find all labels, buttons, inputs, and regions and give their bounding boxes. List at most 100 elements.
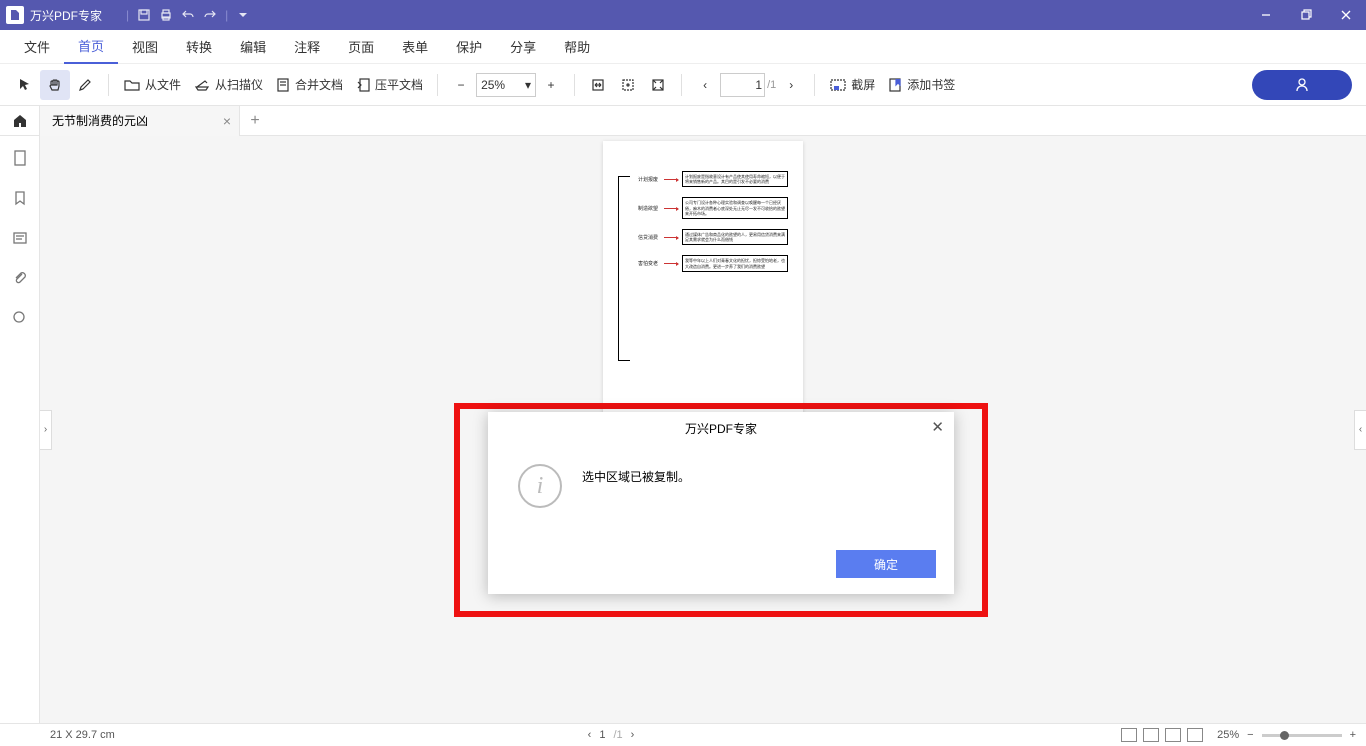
status-page-total: /1 [613, 729, 622, 741]
work-area: › ‹ 计划报废计划报废是指故意设计有产品使其使用寿命缩短，以便于将来销售新的产… [0, 136, 1366, 723]
camera-icon [829, 77, 847, 93]
actual-size-button[interactable] [643, 70, 673, 100]
expand-right-panel[interactable]: ‹ [1354, 410, 1366, 450]
fit-width-button[interactable] [583, 70, 613, 100]
menu-share[interactable]: 分享 [496, 30, 550, 64]
doc-row: 害怕变老我等中年以上人们对青春文化的担忧，担惊受怕地老，也大改造自消费。更进一步… [638, 255, 788, 271]
view-facing-continuous-icon[interactable] [1187, 728, 1203, 742]
menu-protect[interactable]: 保护 [442, 30, 496, 64]
document-tab[interactable]: 无节制消费的元凶 × [40, 106, 240, 136]
document-page: 计划报废计划报废是指故意设计有产品使其使用寿命缩短，以便于将来销售新的产品。其目… [603, 141, 803, 421]
combine-label: 合并文档 [295, 76, 343, 93]
home-tab[interactable] [0, 106, 40, 136]
edit-tool[interactable] [70, 70, 100, 100]
menu-bar: 文件 首页 视图 转换 编辑 注释 页面 表单 保护 分享 帮助 [0, 30, 1366, 64]
prev-page-button[interactable]: ‹ [690, 70, 720, 100]
search-panel-icon[interactable] [10, 308, 30, 328]
hand-tool[interactable] [40, 70, 70, 100]
tab-close-icon[interactable]: × [223, 113, 231, 129]
info-icon: i [518, 464, 562, 508]
title-bar: 万兴PDF专家 | | [0, 0, 1366, 30]
toolbar: 从文件 从扫描仪 合并文档 压平文档 − 25% ▾ + ‹ 1 /1 › 截屏… [0, 64, 1366, 106]
scanner-icon [193, 77, 211, 93]
canvas[interactable]: › ‹ 计划报废计划报废是指故意设计有产品使其使用寿命缩短，以便于将来销售新的产… [40, 136, 1366, 723]
bookmark-label: 添加书签 [907, 76, 955, 93]
new-tab-button[interactable]: + [240, 112, 270, 130]
menu-page[interactable]: 页面 [334, 30, 388, 64]
quick-access-dropdown-icon[interactable] [232, 4, 254, 26]
view-facing-icon[interactable] [1165, 728, 1181, 742]
view-mode-group [1121, 728, 1203, 742]
dialog-title: 万兴PDF专家 [685, 420, 757, 437]
maximize-button[interactable] [1286, 0, 1326, 30]
dialog-close-icon[interactable]: ✕ [931, 418, 944, 436]
compress-icon [355, 77, 371, 93]
menu-home[interactable]: 首页 [64, 30, 118, 64]
menu-file[interactable]: 文件 [10, 30, 64, 64]
from-scanner-button[interactable]: 从扫描仪 [187, 70, 269, 100]
status-page-current: 1 [599, 729, 605, 741]
status-zoom-value: 25% [1217, 729, 1239, 741]
view-single-icon[interactable] [1121, 728, 1137, 742]
side-panel [0, 136, 40, 723]
from-file-button[interactable]: 从文件 [117, 70, 187, 100]
folder-icon [123, 77, 141, 93]
menu-help[interactable]: 帮助 [550, 30, 604, 64]
menu-form[interactable]: 表单 [388, 30, 442, 64]
screenshot-label: 截屏 [851, 76, 875, 93]
app-title: 万兴PDF专家 [30, 7, 102, 24]
menu-edit[interactable]: 编辑 [226, 30, 280, 64]
redo-icon[interactable] [199, 4, 221, 26]
page-total: /1 [767, 79, 776, 91]
menu-convert[interactable]: 转换 [172, 30, 226, 64]
zoom-select[interactable]: 25% ▾ [476, 73, 536, 97]
dialog-ok-button[interactable]: 确定 [836, 550, 936, 578]
tab-bar: 无节制消费的元凶 × + [0, 106, 1366, 136]
document-tab-title: 无节制消费的元凶 [52, 112, 148, 129]
zoom-value: 25% [481, 78, 505, 92]
comments-panel-icon[interactable] [10, 228, 30, 248]
dialog-message: 选中区域已被复制。 [582, 464, 690, 485]
doc-row: 信贷消费通过媒体广告和商品化的欲望的人，更易用信贷消费来满足其需求就会为什么而借… [638, 229, 788, 245]
combine-icon [275, 77, 291, 93]
info-dialog: 万兴PDF专家 ✕ i 选中区域已被复制。 确定 [488, 412, 954, 594]
dialog-title-bar: 万兴PDF专家 ✕ [488, 412, 954, 444]
status-bar: 21 X 29.7 cm ‹ 1/1 › 25% − + [0, 723, 1366, 746]
screenshot-button[interactable]: 截屏 [823, 70, 881, 100]
menu-comment[interactable]: 注释 [280, 30, 334, 64]
doc-row: 制造欲望公司专门设计各种心理实验和调查以唤醒每一个已经厌倦，麻木的消费者心底深处… [638, 197, 788, 219]
compress-button[interactable]: 压平文档 [349, 70, 429, 100]
from-file-label: 从文件 [145, 76, 181, 93]
combine-button[interactable]: 合并文档 [269, 70, 349, 100]
expand-left-panel[interactable]: › [40, 410, 52, 450]
zoom-out-button[interactable]: − [446, 70, 476, 100]
doc-row: 计划报废计划报废是指故意设计有产品使其使用寿命缩短，以便于将来销售新的产品。其目… [638, 171, 788, 187]
print-icon[interactable] [155, 4, 177, 26]
status-zoom-out[interactable]: − [1247, 729, 1253, 741]
undo-icon[interactable] [177, 4, 199, 26]
status-prev-page[interactable]: ‹ [588, 729, 592, 741]
minimize-button[interactable] [1246, 0, 1286, 30]
next-page-button[interactable]: › [776, 70, 806, 100]
page-input[interactable]: 1 [720, 73, 765, 97]
thumbnails-icon[interactable] [10, 148, 30, 168]
status-zoom-in[interactable]: + [1350, 729, 1356, 741]
select-tool[interactable] [10, 70, 40, 100]
attachments-icon[interactable] [10, 268, 30, 288]
bookmark-button[interactable]: 添加书签 [881, 70, 961, 100]
user-account-button[interactable] [1252, 70, 1352, 100]
chevron-down-icon: ▾ [525, 78, 531, 92]
from-scanner-label: 从扫描仪 [215, 76, 263, 93]
user-icon [1294, 77, 1310, 93]
zoom-slider[interactable] [1262, 734, 1342, 737]
view-continuous-icon[interactable] [1143, 728, 1159, 742]
bookmarks-panel-icon[interactable] [10, 188, 30, 208]
fit-page-button[interactable] [613, 70, 643, 100]
save-icon[interactable] [133, 4, 155, 26]
home-icon [12, 113, 28, 129]
zoom-in-button[interactable]: + [536, 70, 566, 100]
status-next-page[interactable]: › [631, 729, 635, 741]
close-button[interactable] [1326, 0, 1366, 30]
menu-view[interactable]: 视图 [118, 30, 172, 64]
bookmark-icon [887, 77, 903, 93]
